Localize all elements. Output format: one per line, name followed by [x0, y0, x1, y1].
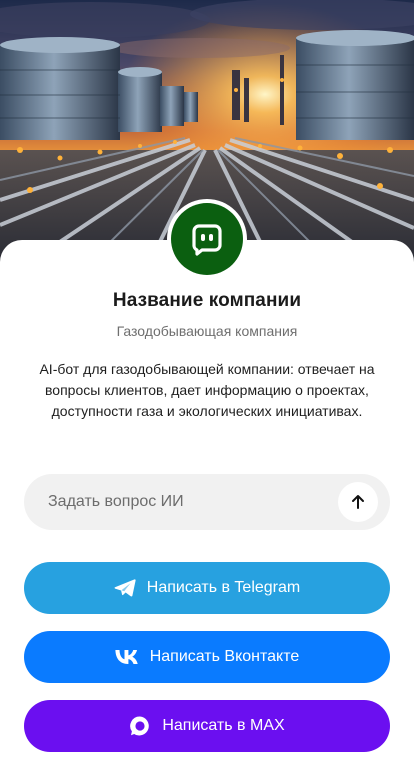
company-name: Название компании: [112, 290, 302, 311]
vk-icon: [115, 650, 139, 664]
page: Название компании Газодобывающая компани…: [0, 0, 414, 770]
telegram-icon: [114, 578, 136, 598]
telegram-button[interactable]: Написать в Telegram: [24, 562, 390, 614]
arrow-up-icon: [352, 495, 364, 509]
max-icon: [129, 715, 151, 737]
company-subtitle: Газодобывающая компания: [116, 323, 298, 339]
telegram-button-label: Написать в Telegram: [146, 579, 301, 596]
vk-button-label: Написать Вконтакте: [149, 648, 300, 665]
vk-button[interactable]: Написать Вконтакте: [24, 631, 390, 683]
max-button[interactable]: Написать в MAX: [24, 700, 390, 752]
chat-bot-icon: [192, 224, 222, 256]
ask-ai-input[interactable]: [48, 474, 328, 530]
max-button-label: Написать в MAX: [162, 717, 285, 734]
company-description: AI-бот для газодобывающей компании: отве…: [39, 361, 375, 419]
avatar: [171, 203, 243, 275]
ask-ai-box: [24, 474, 390, 530]
send-button[interactable]: [338, 482, 378, 522]
